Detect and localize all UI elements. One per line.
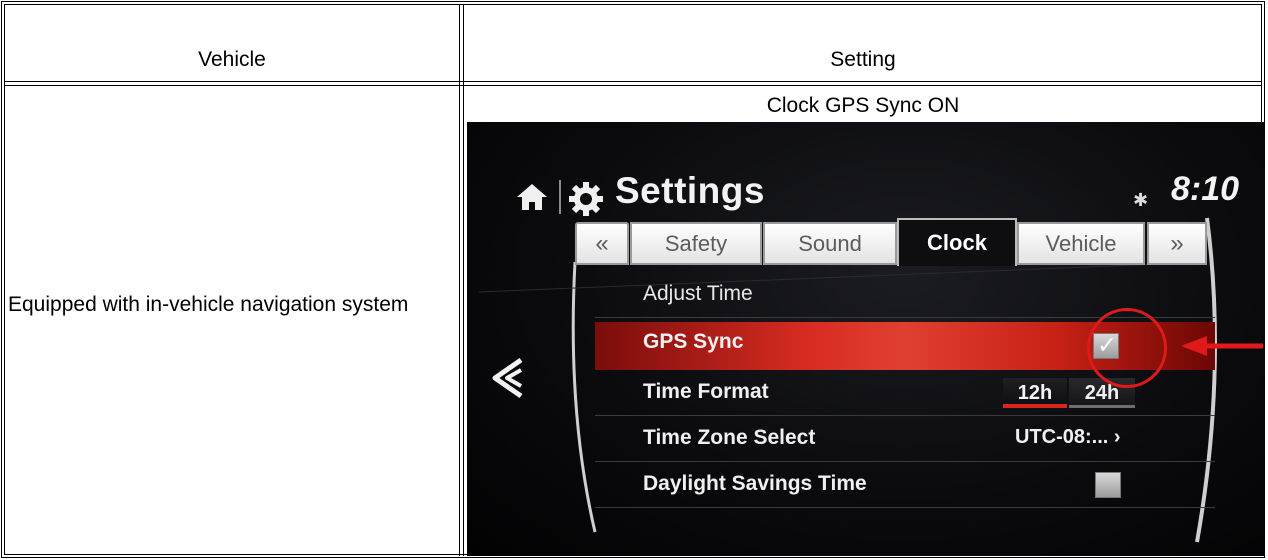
annotation-circle [1087, 308, 1167, 388]
row-divider [4, 81, 1262, 82]
column-divider [463, 4, 464, 556]
setting-caption: Clock GPS Sync ON [766, 94, 960, 117]
header-vehicle: Vehicle [198, 48, 266, 71]
tab-vehicle[interactable]: Vehicle [1017, 222, 1145, 265]
list-item-daylight-savings[interactable]: Daylight Savings Time [595, 464, 1215, 508]
home-icon[interactable] [515, 182, 549, 217]
annotation-arrow-icon [1179, 334, 1263, 363]
title-separator [559, 180, 561, 214]
infotainment-screen-photo: Settings ✱ 8:10 « Safety Sound Clock Veh… [467, 122, 1265, 556]
time-format-label: Time Format [643, 380, 769, 403]
back-chevron-icon[interactable] [487, 354, 527, 407]
time-zone-label: Time Zone Select [643, 426, 816, 449]
row-divider [4, 85, 1262, 86]
document-table: Vehicle Setting Equipped with in-vehicle… [0, 0, 1268, 560]
gear-icon [567, 180, 605, 223]
tab-prev[interactable]: « [575, 222, 629, 265]
tab-next[interactable]: » [1147, 222, 1207, 265]
format-12h-option[interactable]: 12h [1003, 378, 1067, 408]
tab-clock[interactable]: Clock [897, 218, 1017, 266]
daylight-savings-label: Daylight Savings Time [643, 472, 867, 495]
adjust-time-label: Adjust Time [643, 282, 753, 305]
list-item-time-zone[interactable]: Time Zone Select UTC-08:... › [595, 418, 1215, 462]
status-clock: 8:10 [1171, 170, 1240, 208]
time-zone-value: UTC-08:... › [1015, 426, 1121, 448]
gps-sync-label: GPS Sync [643, 330, 744, 353]
screen-title: Settings [615, 170, 765, 211]
vehicle-description: Equipped with in-vehicle navigation syst… [8, 293, 409, 316]
tab-safety[interactable]: Safety [630, 222, 762, 265]
tab-sound[interactable]: Sound [763, 222, 897, 265]
header-setting: Setting [830, 48, 896, 71]
daylight-savings-checkbox[interactable] [1095, 472, 1121, 498]
column-divider [459, 4, 460, 556]
bluetooth-icon: ✱ [1133, 190, 1149, 210]
